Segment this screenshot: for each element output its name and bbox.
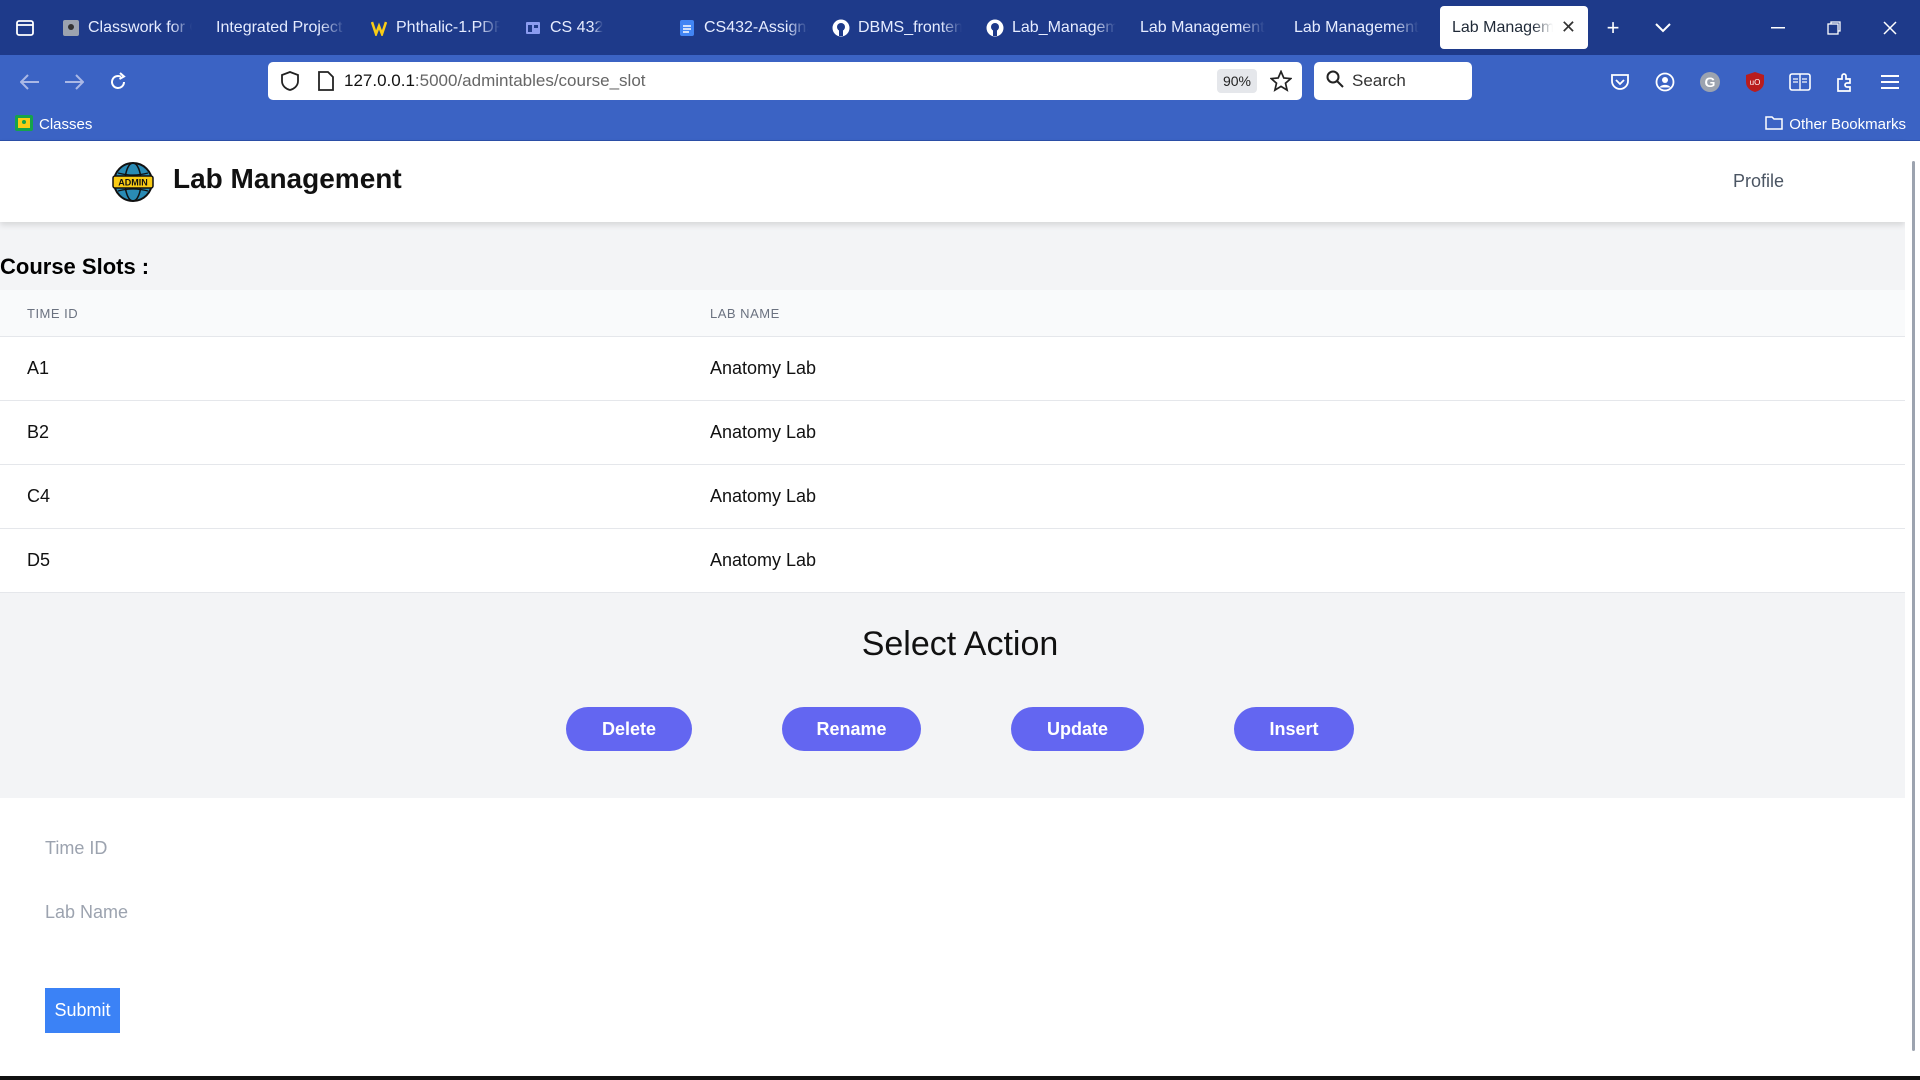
other-bookmarks[interactable]: Other Bookmarks — [1765, 115, 1906, 134]
tab-title: Lab Management — [1140, 18, 1265, 36]
classroom-icon — [15, 114, 33, 135]
restore-icon[interactable] — [1806, 0, 1862, 55]
scrollbar-thumb[interactable] — [1912, 161, 1915, 1051]
delete-button[interactable]: Delete — [566, 707, 692, 751]
account-icon[interactable] — [1649, 66, 1681, 98]
firefox-view-icon[interactable] — [0, 0, 50, 55]
bookmark-classes[interactable]: Classes — [15, 114, 93, 135]
url-bar[interactable]: 127.0.0.1:5000/admintables/course_slot 9… — [268, 62, 1302, 100]
column-header-time-id: TIME ID — [27, 305, 79, 321]
extensions-icon[interactable] — [1829, 66, 1861, 98]
zoom-level[interactable]: 90% — [1216, 69, 1257, 93]
form-icon — [524, 19, 542, 37]
svg-text:uO: uO — [1750, 78, 1761, 87]
insert-button[interactable]: Insert — [1234, 707, 1354, 751]
column-header-lab-name: LAB NAME — [710, 305, 780, 321]
profile-link[interactable]: Profile — [1733, 171, 1784, 192]
menu-icon[interactable] — [1874, 66, 1906, 98]
cell-time-id: D5 — [27, 550, 51, 570]
svg-text:G: G — [1705, 74, 1716, 90]
cell-lab-name: Anatomy Lab — [710, 486, 817, 506]
search-icon — [1326, 70, 1344, 93]
bookmark-star-icon[interactable] — [1269, 69, 1293, 97]
course-slots-table: TIME ID LAB NAME A1 Anatomy Lab B2 Anato… — [0, 290, 1905, 593]
table-row: D5 Anatomy Lab — [0, 529, 1905, 593]
close-tab-icon[interactable]: ✕ — [1561, 17, 1576, 38]
submit-button[interactable]: Submit — [45, 988, 120, 1033]
logo-text: ADMIN — [118, 178, 148, 188]
tab-title: Classwork for C — [88, 18, 192, 36]
admin-logo-icon: ADMIN — [112, 161, 154, 203]
tab-title: Lab Management — [1452, 18, 1553, 36]
bookmark-label: Classes — [39, 116, 93, 133]
tab-cs432-assign3[interactable]: CS432-Assign3 — [666, 6, 820, 49]
bookmark-label: Other Bookmarks — [1789, 116, 1906, 133]
bookmarks-toolbar: Classes Other Bookmarks — [0, 109, 1920, 141]
tab-classwork[interactable]: Classwork for C — [50, 6, 204, 49]
taskbar-edge — [0, 1076, 1920, 1080]
table-row: A1 Anatomy Lab — [0, 337, 1905, 401]
section-title: Course Slots : — [0, 254, 150, 279]
page-content: ADMIN Lab Management Profile Course Slot… — [0, 141, 1920, 1080]
url-host: 127.0.0.1 — [344, 71, 415, 90]
minimize-icon[interactable] — [1750, 0, 1806, 55]
reader-view-icon[interactable] — [1784, 66, 1816, 98]
tab-title: DBMS_frontend — [858, 18, 962, 36]
action-form: Submit — [0, 798, 1905, 1080]
forward-arrow-icon[interactable] — [52, 60, 96, 104]
cell-time-id: A1 — [27, 358, 50, 378]
cell-lab-name: Anatomy Lab — [710, 550, 817, 570]
tab-title: Lab Management — [1294, 18, 1419, 36]
folder-icon — [1765, 115, 1784, 134]
update-button[interactable]: Update — [1011, 707, 1144, 751]
cell-time-id: C4 — [27, 486, 51, 506]
close-window-icon[interactable] — [1862, 0, 1918, 55]
page-icon[interactable] — [308, 71, 344, 91]
tab-phthalic-pdf[interactable]: Phthalic-1.PDF — [358, 6, 512, 49]
app-title: Lab Management — [173, 163, 402, 194]
rename-button[interactable]: Rename — [782, 707, 921, 751]
tab-title: Lab_Management — [1012, 18, 1116, 36]
ublock-origin-icon[interactable]: uO — [1739, 66, 1771, 98]
shield-icon[interactable] — [272, 71, 308, 91]
nav-toolbar: 127.0.0.1:5000/admintables/course_slot 9… — [0, 55, 1920, 109]
docs-icon — [678, 19, 696, 37]
pocket-icon[interactable] — [1604, 66, 1636, 98]
tab-title: Integrated Project - — [216, 18, 346, 36]
url-path: :5000/admintables/course_slot — [414, 71, 646, 90]
cell-lab-name: Anatomy Lab — [710, 358, 817, 378]
back-arrow-icon[interactable] — [8, 60, 52, 104]
cell-time-id: B2 — [27, 422, 50, 442]
new-tab-icon[interactable]: + — [1588, 0, 1638, 55]
time-id-input[interactable] — [45, 828, 645, 868]
table-row: B2 Anatomy Lab — [0, 401, 1905, 465]
search-box[interactable]: Search — [1314, 62, 1472, 100]
table-header: TIME ID LAB NAME — [0, 290, 1905, 337]
lab-name-input[interactable] — [45, 892, 645, 932]
github-icon — [986, 19, 1004, 37]
tab-title: CS432-Assign3 — [704, 18, 808, 36]
tab-title: CS 432 — [550, 18, 604, 36]
tab-lab-management-2[interactable]: Lab Management — [1282, 6, 1436, 49]
table-row: C4 Anatomy Lab — [0, 465, 1905, 529]
app-header: ADMIN Lab Management Profile — [0, 141, 1905, 222]
page-scrollbar[interactable] — [1905, 141, 1920, 1080]
github-icon — [832, 19, 850, 37]
search-placeholder: Search — [1352, 71, 1406, 90]
cell-lab-name: Anatomy Lab — [710, 422, 817, 442]
grammarly-icon[interactable]: G — [1694, 66, 1726, 98]
tab-title: Phthalic-1.PDF — [396, 18, 500, 36]
tab-lab-management-1[interactable]: Lab Management — [1128, 6, 1282, 49]
tab-integrated-project[interactable]: Integrated Project - — [204, 6, 358, 49]
tab-lab-management-active[interactable]: Lab Management ✕ — [1440, 6, 1588, 49]
classroom-icon — [62, 19, 80, 37]
tab-cs432[interactable]: CS 432 — [512, 6, 666, 49]
list-all-tabs-icon[interactable] — [1638, 0, 1688, 55]
reload-icon[interactable] — [96, 60, 140, 104]
tab-lab-management-github[interactable]: Lab_Management — [974, 6, 1128, 49]
tab-dbms-frontend[interactable]: DBMS_frontend — [820, 6, 974, 49]
tab-bar: Classwork for C Integrated Project - Pht… — [0, 0, 1920, 55]
select-action-title: Select Action — [861, 625, 1059, 663]
pdf-logo-icon — [370, 19, 388, 37]
